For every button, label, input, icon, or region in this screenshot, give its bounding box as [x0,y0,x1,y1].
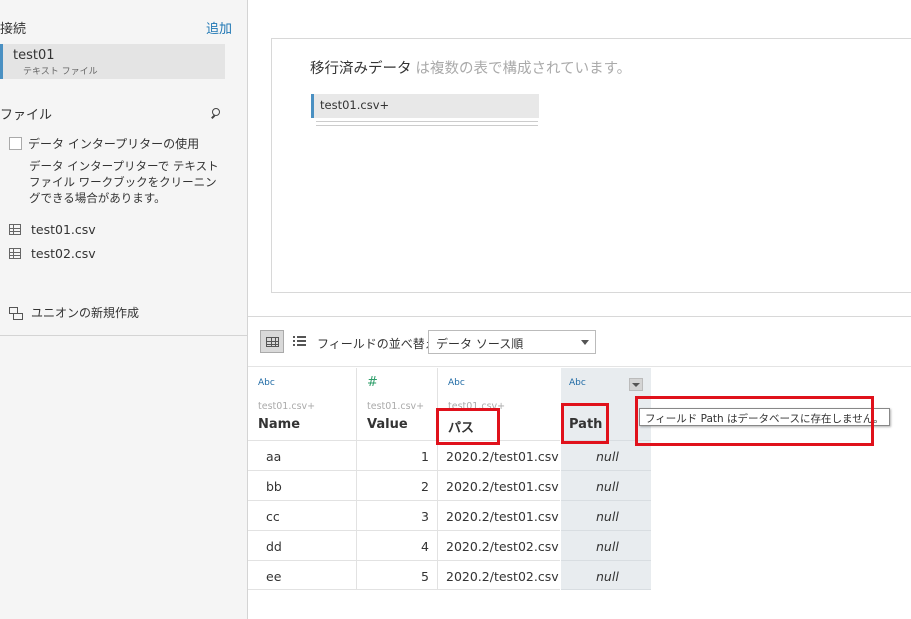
table-cell: cc [248,500,356,530]
table-cell: null [561,500,651,530]
highlight-box-tooltip [635,396,874,446]
data-interpreter-checkbox[interactable] [9,137,22,150]
table-cell: 3 [357,500,437,530]
grid-view-button[interactable] [260,330,284,353]
table-cell: aa [248,440,356,470]
connection-item[interactable]: test01 テキスト ファイル [0,44,225,79]
column-header[interactable]: Abc test01.csv+ Name [248,368,356,440]
table-cell: 1 [357,440,437,470]
file-item-test02[interactable]: test02.csv [9,246,96,261]
sort-fields-select[interactable]: データ ソース順 [428,330,596,354]
table-cell: 2020.2/test02.csv [438,530,560,560]
table-cell: bb [248,470,356,500]
new-union-label: ユニオンの新規作成 [31,306,140,320]
table-cell: 2020.2/test02.csv [438,560,560,590]
table-cell: dd [248,530,356,560]
string-type-icon[interactable]: Abc [448,378,465,388]
chevron-down-icon [581,340,589,345]
highlight-box-path [561,403,609,444]
table-chip-stack [316,121,538,126]
table-cell: 5 [357,560,437,590]
number-type-icon[interactable]: # [367,375,378,390]
sort-fields-label: フィールドの並べ替え [317,337,437,351]
table-cell: ee [248,560,356,590]
column-name[interactable]: Abc test01.csv+ Name aa bb cc dd ee [248,368,356,590]
column-header[interactable]: # test01.csv+ Value [357,368,437,440]
table-cell: null [561,560,651,590]
files-title: ファイル [0,108,53,123]
connection-type: テキスト ファイル [23,67,98,77]
connections-title: 接続 [0,22,27,37]
column-source: test01.csv+ [367,401,425,412]
connections-header: 接続 追加 [0,18,232,37]
data-interpreter-option[interactable]: データ インタープリターの使用 [9,135,199,152]
search-icon[interactable] [210,107,222,120]
file-name: test02.csv [31,246,96,261]
table-cell: null [561,530,651,560]
column-field-name: Value [367,417,408,432]
file-name: test01.csv [31,222,96,237]
string-type-icon[interactable]: Abc [258,378,275,388]
canvas-title: 移行済みデータ は複数の表で構成されています。 [310,57,631,78]
table-cell: 2020.2/test01.csv [438,500,560,530]
canvas-title-sub: は複数の表で構成されています。 [415,61,632,77]
table-chip[interactable]: test01.csv+ [311,94,539,118]
join-canvas[interactable]: 移行済みデータ は複数の表で構成されています。 test01.csv+ [271,38,911,293]
sidebar-divider [0,335,248,336]
data-interpreter-description: データ インタープリターで テキスト ファイル ワークブックをクリーニングできる… [29,159,219,205]
data-interpreter-label: データ インタープリターの使用 [28,137,200,151]
add-connection-link[interactable]: 追加 [206,18,232,37]
table-cell: 2020.2/test01.csv [438,470,560,500]
grid-toolbar: フィールドの並べ替え データ ソース順 [248,316,911,367]
tableau-data-source-page: 接続 追加 test01 テキスト ファイル ファイル データ インタープリター… [0,0,911,619]
column-source: test01.csv+ [258,401,316,412]
column-menu-button[interactable] [629,378,643,391]
sort-fields-value: データ ソース順 [436,337,524,351]
highlight-box-pasu [436,408,500,445]
list-view-icon[interactable] [293,336,306,347]
new-union-item[interactable]: ユニオンの新規作成 [9,304,139,321]
files-header: ファイル [0,104,222,123]
table-icon [9,248,21,259]
canvas-title-main: 移行済みデータ [310,61,412,77]
table-icon [9,224,21,235]
sidebar: 接続 追加 test01 テキスト ファイル ファイル データ インタープリター… [0,0,248,619]
column-field-name: Name [258,417,301,432]
string-type-icon[interactable]: Abc [569,378,586,388]
table-cell: 2 [357,470,437,500]
table-cell: null [561,470,651,500]
column-value[interactable]: # test01.csv+ Value 1 2 3 4 5 [357,368,437,590]
grid-icon [265,336,279,347]
connection-name: test01 [13,48,55,63]
table-cell: 4 [357,530,437,560]
file-item-test01[interactable]: test01.csv [9,222,96,237]
column-pasu[interactable]: Abc test01.csv+ パス 2020.2/test01.csv 202… [438,368,560,590]
union-icon [9,306,23,320]
